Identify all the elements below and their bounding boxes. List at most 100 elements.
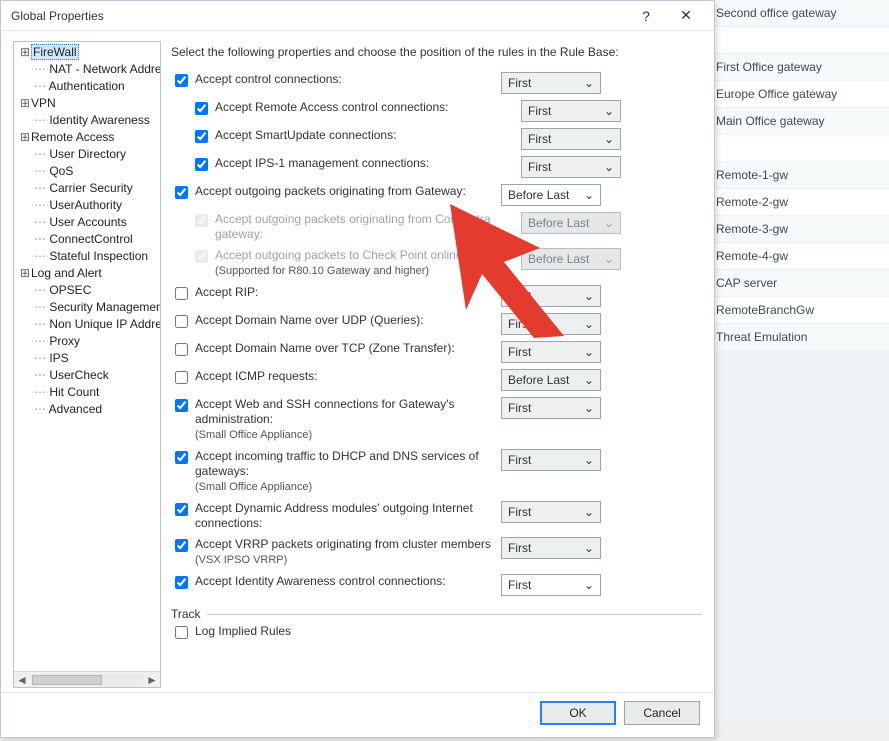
setting-checkbox-input[interactable] [175, 539, 188, 552]
setting-checkbox[interactable]: Accept incoming traffic to DHCP and DNS … [171, 449, 501, 495]
setting-checkbox[interactable]: Accept outgoing packets originating from… [171, 184, 501, 202]
setting-checkbox[interactable]: Accept Domain Name over TCP (Zone Transf… [171, 341, 501, 359]
tree-item[interactable]: ⊞Log and Alert [16, 265, 160, 282]
gateway-list-row[interactable]: First Office gateway [706, 54, 889, 81]
setting-row: Accept Domain Name over TCP (Zone Transf… [171, 338, 702, 366]
gateway-list-row[interactable]: CAP server [706, 270, 889, 297]
tree-item[interactable]: ⋯ Advanced [16, 401, 160, 418]
gateway-list-row[interactable]: Remote-2-gw [706, 189, 889, 216]
tree-item[interactable]: ⊞VPN [16, 95, 160, 112]
position-dropdown[interactable]: First⌄ [501, 341, 601, 363]
setting-label: Accept outgoing packets originating from… [215, 212, 521, 242]
dropdown-value: First [508, 401, 580, 415]
tree-item[interactable]: ⋯ Stateful Inspection [16, 248, 160, 265]
setting-checkbox[interactable]: Accept Identity Awareness control connec… [171, 574, 501, 592]
setting-checkbox-input[interactable] [175, 343, 188, 356]
position-dropdown[interactable]: First⌄ [521, 100, 621, 122]
scroll-thumb[interactable] [32, 675, 102, 685]
tree-item[interactable]: ⋯ Proxy [16, 333, 160, 350]
scroll-track[interactable] [31, 674, 143, 686]
cancel-button[interactable]: Cancel [624, 701, 700, 725]
tree-item[interactable]: ⋯ User Directory [16, 146, 160, 163]
position-dropdown[interactable]: First⌄ [501, 397, 601, 419]
setting-checkbox-input[interactable] [195, 158, 208, 171]
ok-button[interactable]: OK [540, 701, 616, 725]
scroll-left-button[interactable]: ◄ [14, 673, 30, 687]
setting-checkbox-input[interactable] [175, 503, 188, 516]
position-dropdown[interactable]: First⌄ [521, 128, 621, 150]
gateway-list-row[interactable]: Remote-3-gw [706, 216, 889, 243]
tree-item[interactable]: ⋯ Hit Count [16, 384, 160, 401]
tree-item[interactable]: ⋯ OPSEC [16, 282, 160, 299]
tree-item[interactable]: ⋯ UserAuthority [16, 197, 160, 214]
setting-checkbox[interactable]: Accept IPS-1 management connections: [191, 156, 521, 174]
setting-checkbox-input[interactable] [175, 315, 188, 328]
tree-item[interactable]: ⋯ UserCheck [16, 367, 160, 384]
expand-icon[interactable]: ⊞ [20, 265, 30, 282]
position-dropdown[interactable]: First⌄ [501, 501, 601, 523]
properties-tree[interactable]: ⊞FireWall⋯ NAT - Network Address⋯ Authen… [14, 42, 160, 671]
tree-item-label: ConnectControl [49, 232, 132, 246]
tree-item[interactable]: ⋯ User Accounts [16, 214, 160, 231]
gateway-list-row[interactable]: Threat Emulation [706, 324, 889, 351]
setting-checkbox[interactable]: Accept RIP: [171, 285, 501, 303]
tree-item[interactable]: ⋯ NAT - Network Address [16, 61, 160, 78]
setting-checkbox[interactable]: Accept SmartUpdate connections: [191, 128, 521, 146]
expand-icon[interactable]: ⊞ [20, 95, 30, 112]
gateway-list-row[interactable]: Remote-4-gw [706, 243, 889, 270]
position-dropdown[interactable]: First⌄ [501, 537, 601, 559]
setting-checkbox[interactable]: Accept Remote Access control connections… [191, 100, 521, 118]
position-dropdown[interactable]: Before Last⌄ [501, 369, 601, 391]
expand-icon[interactable]: ⊞ [20, 129, 30, 146]
gateway-list-row[interactable]: Second office gateway [706, 0, 889, 27]
setting-checkbox[interactable]: Accept Dynamic Address modules' outgoing… [171, 501, 501, 531]
gateway-list-row[interactable] [706, 27, 889, 54]
setting-checkbox-input[interactable] [175, 576, 188, 589]
setting-checkbox-input[interactable] [195, 130, 208, 143]
tree-item[interactable]: ⋯ ConnectControl [16, 231, 160, 248]
tree-item[interactable]: ⋯ Carrier Security [16, 180, 160, 197]
setting-checkbox-input[interactable] [175, 371, 188, 384]
tree-item[interactable]: ⋯ Identity Awareness [16, 112, 160, 129]
tree-item[interactable]: ⋯ QoS [16, 163, 160, 180]
setting-checkbox-input[interactable] [175, 451, 188, 464]
gateway-list-row[interactable]: Main Office gateway [706, 108, 889, 135]
tree-item[interactable]: ⊞FireWall [16, 44, 160, 61]
setting-checkbox[interactable]: Accept Web and SSH connections for Gatew… [171, 397, 501, 443]
gateway-list-row[interactable]: Remote-1-gw [706, 162, 889, 189]
log-implied-rules-checkbox[interactable]: Log Implied Rules [171, 624, 501, 642]
close-button[interactable]: ✕ [666, 2, 706, 30]
gateway-list-row[interactable] [706, 135, 889, 162]
setting-checkbox[interactable]: Accept control connections: [171, 72, 501, 90]
setting-checkbox-input[interactable] [195, 102, 208, 115]
position-dropdown[interactable]: First⌄ [501, 313, 601, 335]
tree-item[interactable]: ⋯ Security Management... [16, 299, 160, 316]
tree-item[interactable]: ⊞Remote Access [16, 129, 160, 146]
position-dropdown[interactable]: First⌄ [501, 574, 601, 596]
dropdown-value: Before Last [528, 216, 600, 230]
position-dropdown[interactable]: First⌄ [501, 72, 601, 94]
gateway-list-row[interactable]: RemoteBranchGw [706, 297, 889, 324]
log-implied-rules-input[interactable] [175, 626, 188, 639]
setting-checkbox-input[interactable] [175, 287, 188, 300]
setting-checkbox-input[interactable] [175, 74, 188, 87]
tree-item[interactable]: ⋯ Authentication [16, 78, 160, 95]
help-button[interactable]: ? [626, 2, 666, 30]
position-dropdown[interactable]: First⌄ [501, 449, 601, 471]
tree-horizontal-scrollbar[interactable]: ◄ ► [14, 671, 160, 687]
setting-sub-label: (Supported for R80.10 Gateway and higher… [215, 265, 429, 277]
setting-checkbox-input[interactable] [175, 399, 188, 412]
position-dropdown[interactable]: Before Last⌄ [501, 184, 601, 206]
setting-checkbox[interactable]: Accept ICMP requests: [171, 369, 501, 387]
position-dropdown[interactable]: First⌄ [501, 285, 601, 307]
setting-checkbox[interactable]: Accept VRRP packets originating from clu… [171, 537, 501, 568]
setting-checkbox[interactable]: Accept Domain Name over UDP (Queries): [171, 313, 501, 331]
expand-icon[interactable]: ⊞ [20, 44, 30, 61]
position-dropdown[interactable]: First⌄ [521, 156, 621, 178]
setting-row: Accept control connections:First⌄ [171, 69, 702, 97]
scroll-right-button[interactable]: ► [144, 673, 160, 687]
tree-item[interactable]: ⋯ Non Unique IP Address [16, 316, 160, 333]
tree-item[interactable]: ⋯ IPS [16, 350, 160, 367]
gateway-list-row[interactable]: Europe Office gateway [706, 81, 889, 108]
setting-checkbox-input[interactable] [175, 186, 188, 199]
